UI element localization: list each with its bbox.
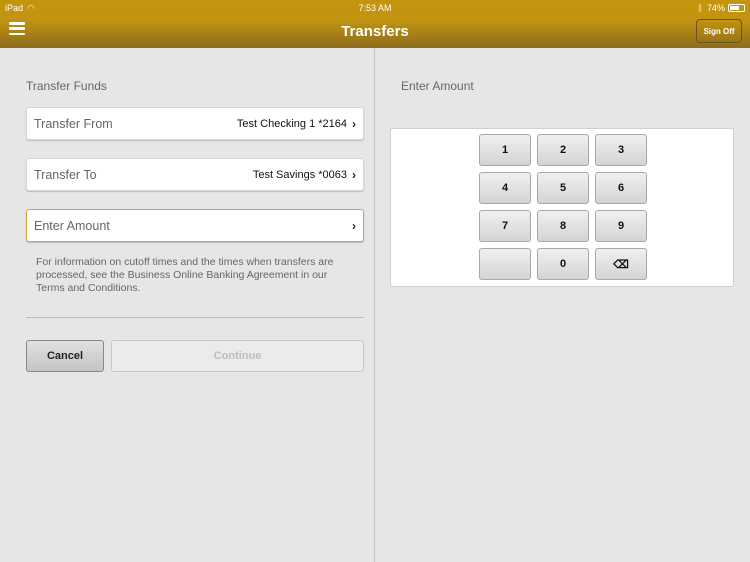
chevron-right-icon: › [352, 218, 356, 233]
section-title: Enter Amount [401, 79, 474, 93]
status-time: 7:53 AM [358, 3, 392, 13]
key-1[interactable]: 1 [479, 134, 531, 166]
chevron-right-icon: › [352, 116, 356, 131]
bluetooth-icon: ᛒ [697, 3, 703, 13]
status-battery: 74% [706, 3, 725, 13]
key-8[interactable]: 8 [537, 210, 589, 242]
key-5[interactable]: 5 [537, 172, 589, 204]
key-0[interactable]: 0 [537, 248, 589, 280]
transfer-from-label: Transfer From [34, 116, 113, 131]
continue-button[interactable]: Continue [111, 340, 364, 372]
cutoff-info-text: For information on cutoff times and the … [36, 256, 334, 294]
page-title: Transfers [341, 23, 409, 40]
blank-key [479, 248, 531, 280]
transfer-to-row[interactable]: Transfer To Test Savings *0063 › [26, 158, 364, 191]
divider [26, 317, 364, 318]
chevron-right-icon: › [352, 167, 356, 182]
key-2[interactable]: 2 [537, 134, 589, 166]
enter-amount-row[interactable]: Enter Amount › [26, 209, 364, 242]
header-bar: iPad ◠ 7:53 AM ᛒ 74% Transfers Sign Off [0, 0, 750, 48]
amount-panel: Enter Amount 1 2 3 4 5 6 7 8 9 0 ⌫ [376, 48, 750, 562]
transfer-to-label: Transfer To [34, 167, 97, 182]
battery-icon [728, 4, 745, 12]
transfer-from-value: Test Checking 1 *2164 [236, 117, 347, 130]
enter-amount-label: Enter Amount [34, 218, 110, 233]
cancel-button[interactable]: Cancel [26, 340, 104, 372]
backspace-key[interactable]: ⌫ [595, 248, 647, 280]
key-4[interactable]: 4 [479, 172, 531, 204]
key-7[interactable]: 7 [479, 210, 531, 242]
key-3[interactable]: 3 [595, 134, 647, 166]
key-6[interactable]: 6 [595, 172, 647, 204]
transfer-from-row[interactable]: Transfer From Test Checking 1 *2164 › [26, 107, 364, 140]
sign-off-button[interactable]: Sign Off [696, 19, 742, 43]
numeric-keypad: 1 2 3 4 5 6 7 8 9 0 ⌫ [390, 128, 734, 287]
key-9[interactable]: 9 [595, 210, 647, 242]
transfer-to-value: Test Savings *0063 [252, 168, 347, 181]
transfer-form-panel: Transfer Funds Transfer From Test Checki… [0, 48, 375, 562]
section-title: Transfer Funds [26, 79, 107, 93]
